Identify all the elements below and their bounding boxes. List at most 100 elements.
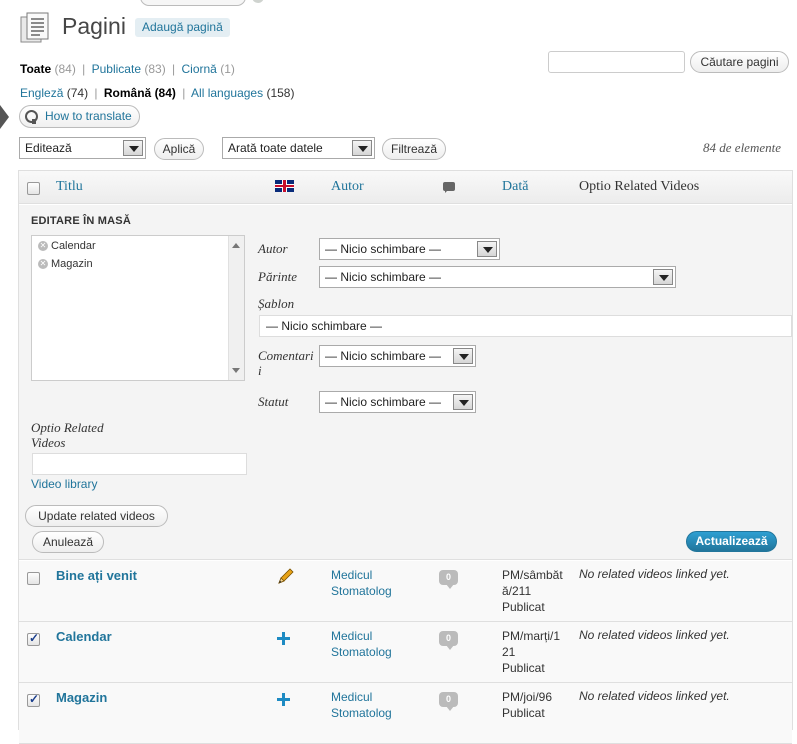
scroll-up-icon[interactable] — [232, 243, 240, 248]
search-pages-button[interactable]: Căutare pagini — [690, 51, 789, 73]
remove-icon[interactable]: ✕ — [38, 241, 48, 252]
row-author[interactable]: Medicul Stomatolog — [331, 628, 392, 660]
row-title[interactable]: Magazin — [56, 690, 107, 705]
lang-english-count: (74) — [66, 86, 89, 100]
row-related-videos: No related videos linked yet. — [579, 628, 730, 642]
comment-count-bubble[interactable]: 0 — [439, 631, 458, 650]
apply-button[interactable]: Aplică — [154, 138, 204, 160]
bulk-action-value: Editează — [25, 141, 72, 155]
lang-romanian[interactable]: Română — [104, 86, 151, 100]
date-filter-select[interactable]: Arată toate datele — [222, 137, 375, 159]
filter-all-count: (84) — [54, 62, 76, 76]
row-related-videos: No related videos linked yet. — [579, 689, 730, 703]
table-row: Magazin MediculStomatolog 0 PM/joi/96Pub… — [19, 683, 792, 744]
separator: | — [172, 62, 176, 76]
search-input[interactable] — [548, 51, 685, 73]
plus-icon[interactable] — [277, 693, 290, 706]
filter-button[interactable]: Filtrează — [382, 138, 446, 160]
lang-english[interactable]: Engleză — [20, 86, 63, 100]
uk-flag-icon — [275, 180, 294, 192]
video-library-link[interactable]: Video library — [31, 477, 97, 491]
chevron-down-icon — [453, 394, 473, 410]
remove-icon[interactable]: ✕ — [38, 259, 48, 270]
status-select[interactable]: — Nicio schimbare — — [319, 391, 476, 413]
separator: | — [82, 62, 86, 76]
row-author[interactable]: Medicul Stomatolog — [331, 567, 392, 599]
top-search-pill[interactable] — [140, 0, 246, 6]
table-row: Bine ați venit Medicul Stomatolog 0 PM/sâ… — [19, 561, 792, 622]
bulk-selected-list[interactable]: ✕ Calendar ✕ Magazin — [31, 235, 245, 381]
row-title[interactable]: Calendar — [56, 629, 112, 644]
row-checkbox[interactable] — [27, 692, 40, 707]
comments-select[interactable]: — Nicio schimbare — — [319, 345, 476, 367]
table-header: Titlu Autor Dată Optio Related Videos — [19, 171, 792, 204]
column-author[interactable]: Autor — [331, 179, 364, 195]
status-value: — Nicio schimbare — — [325, 395, 442, 409]
row-date: PM/joi/96 Publicat — [502, 690, 553, 720]
pages-table: Titlu Autor Dată Optio Related Videos ED… — [18, 170, 793, 744]
top-circle-icon[interactable] — [252, 0, 264, 3]
items-count: 84 de elemente — [703, 140, 781, 155]
row-checkbox[interactable] — [27, 572, 40, 585]
related-videos-input[interactable] — [32, 453, 247, 475]
comment-icon — [443, 182, 455, 193]
lang-all[interactable]: All languages — [191, 86, 263, 100]
comments-value: — Nicio schimbare — — [325, 349, 442, 363]
chevron-down-icon — [123, 140, 143, 156]
scroll-down-icon[interactable] — [232, 368, 240, 373]
parent-label: Părinte — [258, 269, 297, 284]
filter-published[interactable]: Publicate — [92, 62, 141, 76]
comment-count-bubble[interactable]: 0 — [439, 692, 458, 711]
parent-select[interactable]: — Nicio schimbare — — [319, 266, 676, 288]
status-filters: Toate (84) | Publicate (83) | Ciornă (1) — [20, 62, 235, 76]
bulk-item-label: Magazin — [51, 258, 93, 270]
update-button[interactable]: Actualizează — [686, 531, 777, 552]
pencil-icon[interactable] — [276, 568, 294, 586]
separator: | — [182, 86, 186, 100]
author-value: — Nicio schimbare — — [325, 242, 442, 256]
column-title[interactable]: Titlu — [56, 179, 83, 195]
bulk-action-select[interactable]: Editează — [19, 137, 146, 159]
filter-published-count: (83) — [144, 62, 166, 76]
chevron-down-icon — [477, 241, 497, 257]
how-to-translate-button[interactable]: How to translate — [19, 105, 140, 128]
how-to-translate-label: How to translate — [45, 109, 132, 123]
cancel-button[interactable]: Anulează — [32, 531, 104, 553]
comment-count-bubble[interactable]: 0 — [439, 570, 458, 589]
filter-draft-count: (1) — [220, 62, 235, 76]
chevron-down-icon — [653, 269, 673, 285]
comments-label: Comentari i — [258, 348, 314, 378]
help-icon — [25, 110, 38, 124]
lang-romanian-count: (84) — [154, 86, 176, 100]
update-related-videos-button[interactable]: Update related videos — [25, 505, 168, 527]
row-date: PM/sâmbăt ă/211 Publicat — [502, 568, 563, 614]
related-videos-label: Optio Related Videos — [31, 420, 104, 450]
column-related-videos: Optio Related Videos — [579, 179, 700, 194]
filter-all[interactable]: Toate — [20, 62, 51, 76]
language-filters: Engleză (74) | Română (84) | All languag… — [20, 86, 294, 100]
bulk-edit-panel: EDITARE ÎN MASĂ ✕ Calendar ✕ Magazin Autor… — [19, 205, 792, 560]
template-label: Șablon — [258, 296, 295, 311]
chevron-down-icon — [352, 140, 372, 156]
filter-draft[interactable]: Ciornă — [182, 62, 217, 76]
template-field[interactable]: — Nicio schimbare — — [259, 315, 792, 337]
row-author[interactable]: Medicul Stomatolog — [331, 689, 392, 721]
bulk-edit-heading: EDITARE ÎN MASĂ — [31, 215, 131, 227]
author-select[interactable]: — Nicio schimbare — — [319, 238, 500, 260]
row-checkbox[interactable] — [27, 631, 40, 646]
chevron-down-icon — [453, 348, 473, 364]
table-row: Calendar MediculStomatolog 0 PM/marți/12… — [19, 622, 792, 683]
bulk-item-label: Calendar — [51, 240, 96, 252]
row-date: PM/marți/1 21 Publicat — [502, 629, 561, 675]
parent-value: — Nicio schimbare — — [325, 270, 442, 284]
lang-all-count: (158) — [266, 86, 295, 100]
row-title[interactable]: Bine ați venit — [56, 568, 137, 583]
add-page-button[interactable]: Adaugă pagină — [135, 18, 230, 37]
scrollbar[interactable] — [228, 236, 244, 380]
row-related-videos: No related videos linked yet. — [579, 567, 730, 581]
pages-icon — [20, 12, 49, 43]
plus-icon[interactable] — [277, 632, 290, 645]
column-date[interactable]: Dată — [502, 179, 528, 195]
status-label: Statut — [258, 394, 289, 409]
select-all-checkbox[interactable] — [27, 182, 40, 195]
